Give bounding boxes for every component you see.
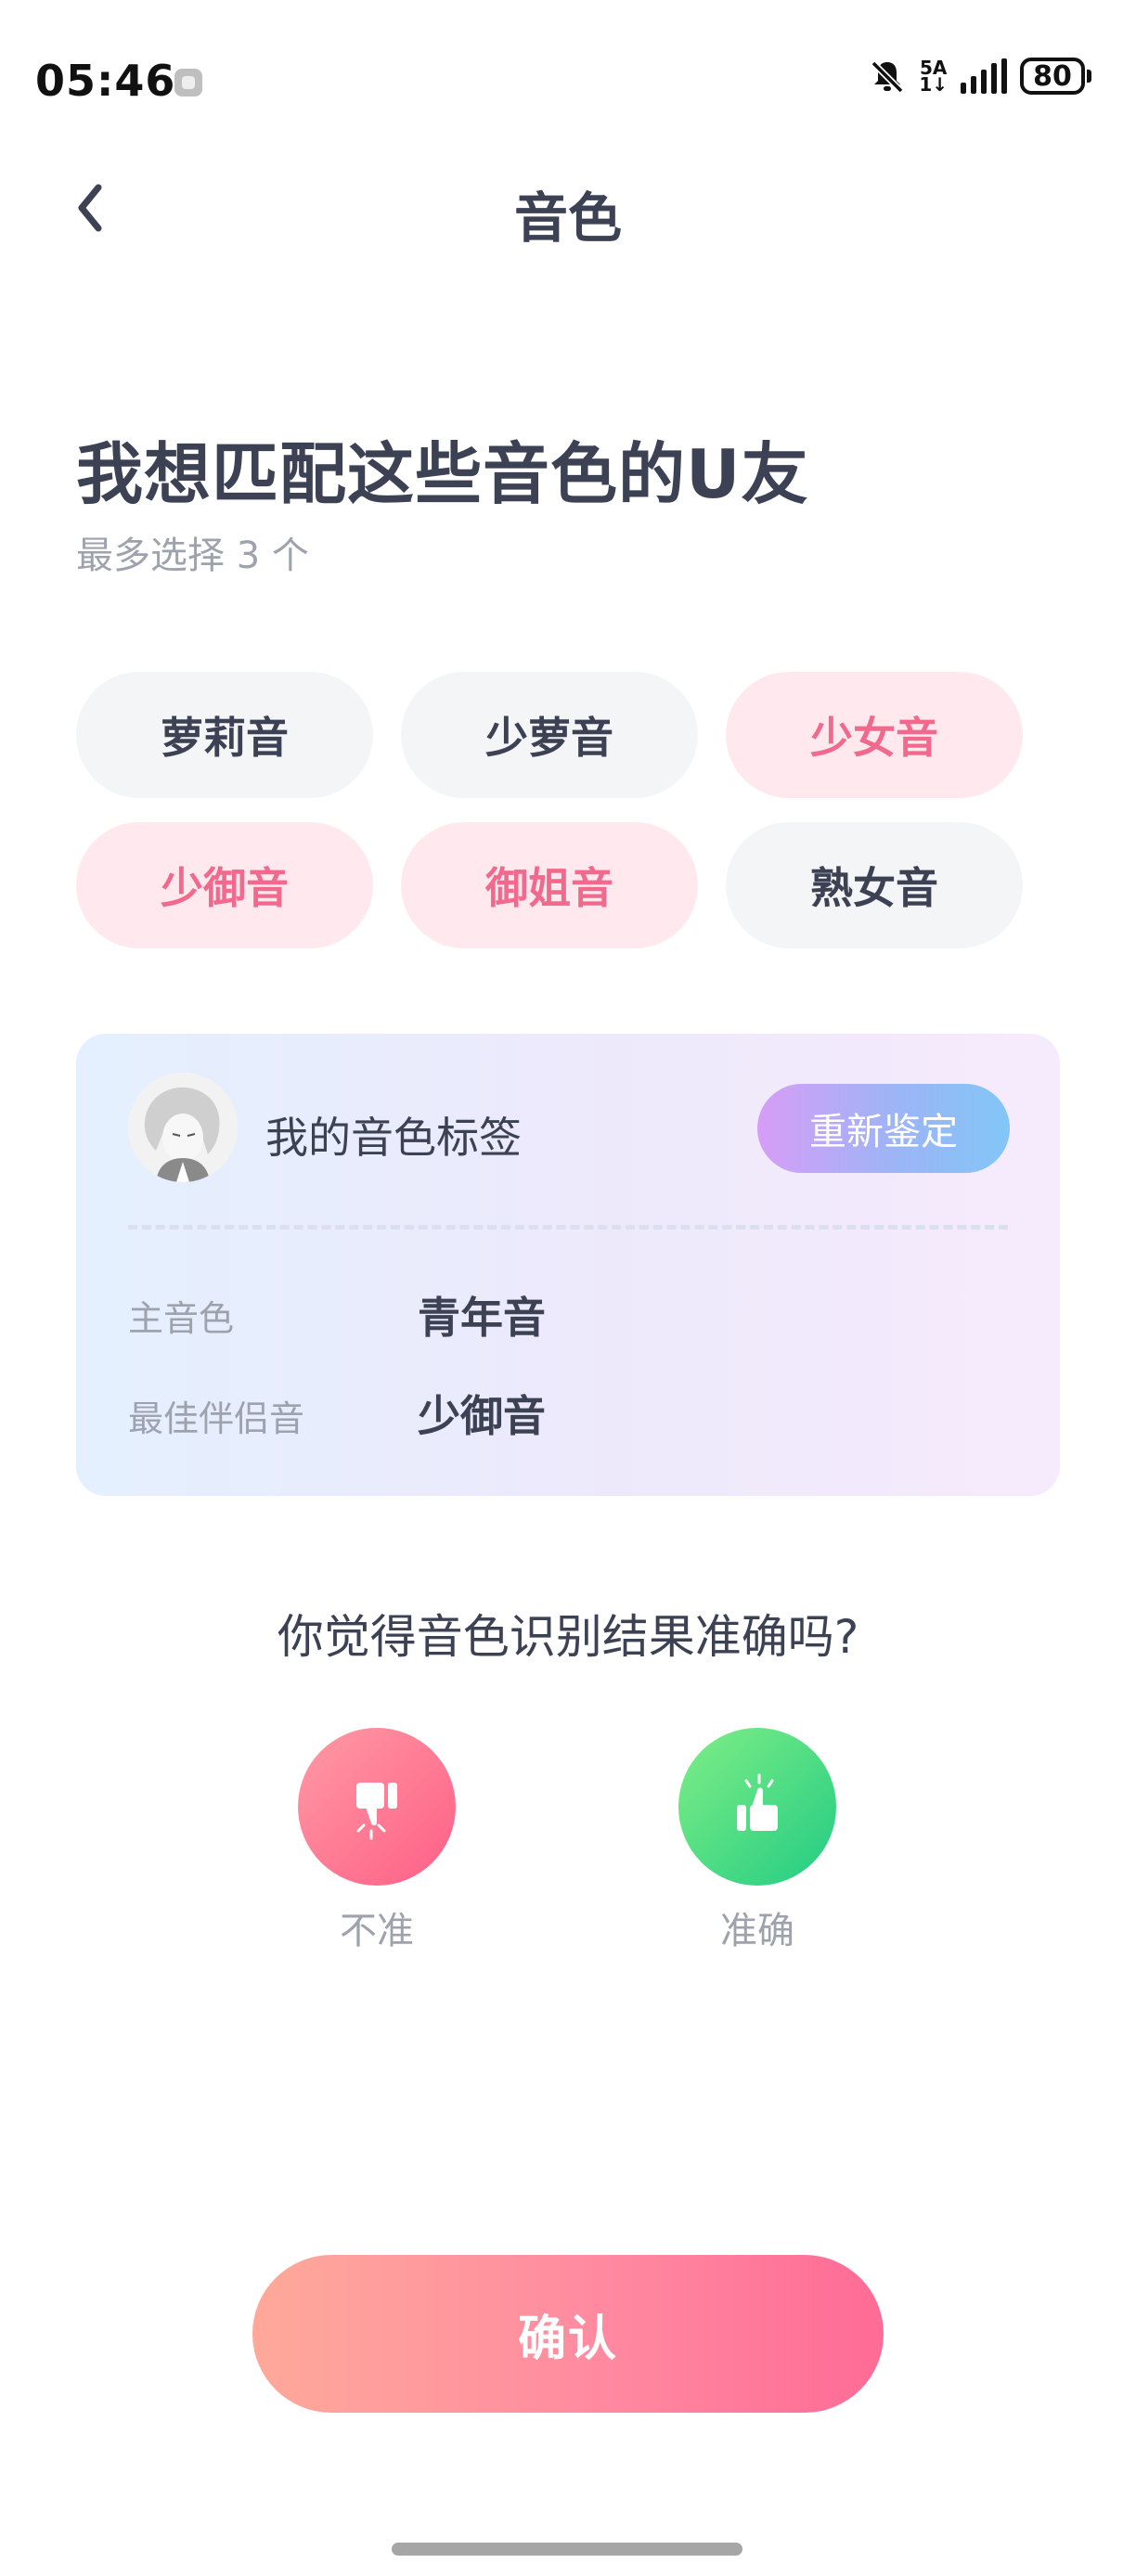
home-indicator[interactable] — [392, 2543, 742, 2556]
battery-icon: 80 — [1020, 58, 1091, 95]
best-partner-label: 最佳伴侣音 — [128, 1398, 305, 1439]
network-type: 5A 1↓ — [919, 58, 948, 96]
best-partner-value: 少御音 — [418, 1391, 546, 1441]
signal-strength-icon — [961, 58, 1007, 94]
page-title: 音色 — [513, 187, 622, 250]
voice-tag-mature-woman[interactable]: 熟女音 — [726, 822, 1023, 948]
confirm-button[interactable]: 确认 — [252, 2255, 884, 2413]
my-voice-title: 我的音色标签 — [265, 1113, 522, 1163]
main-voice-label: 主音色 — [128, 1298, 235, 1339]
voice-tag-young-mature[interactable]: 少御音 — [76, 822, 373, 948]
main-voice-value: 青年音 — [418, 1293, 546, 1343]
data-arrows: 1↓ — [919, 73, 948, 96]
accurate-button[interactable] — [678, 1728, 836, 1886]
accurate-label: 准确 — [720, 1910, 794, 1952]
divider — [128, 1225, 1008, 1230]
thumbs-up-icon — [737, 1773, 778, 1831]
app-notification-icon — [174, 69, 202, 97]
thumbs-down-icon — [356, 1783, 397, 1840]
selection-hint: 最多选择 3 个 — [76, 535, 309, 577]
inaccurate-button[interactable] — [298, 1728, 456, 1886]
inaccurate-label: 不准 — [340, 1910, 414, 1952]
battery-level: 80 — [1020, 58, 1085, 95]
status-time: 05:46 — [35, 56, 176, 106]
mute-bell-icon — [869, 58, 906, 95]
status-indicators: 5A 1↓ 80 — [869, 58, 1091, 95]
reassess-button[interactable]: 重新鉴定 — [757, 1084, 1010, 1173]
section-heading: 我想匹配这些音色的U友 — [76, 435, 809, 513]
accuracy-question: 你觉得音色识别结果准确吗? — [277, 1610, 859, 1664]
voice-tag-loli[interactable]: 萝莉音 — [76, 672, 373, 798]
voice-tag-girl[interactable]: 少女音 — [726, 672, 1023, 798]
voice-tag-young-loli[interactable]: 少萝音 — [401, 672, 698, 798]
my-voice-card: 我的音色标签 重新鉴定 主音色 青年音 最佳伴侣音 少御音 — [76, 1034, 1060, 1496]
avatar — [128, 1073, 238, 1182]
voice-tag-mature-sister[interactable]: 御姐音 — [401, 822, 698, 948]
